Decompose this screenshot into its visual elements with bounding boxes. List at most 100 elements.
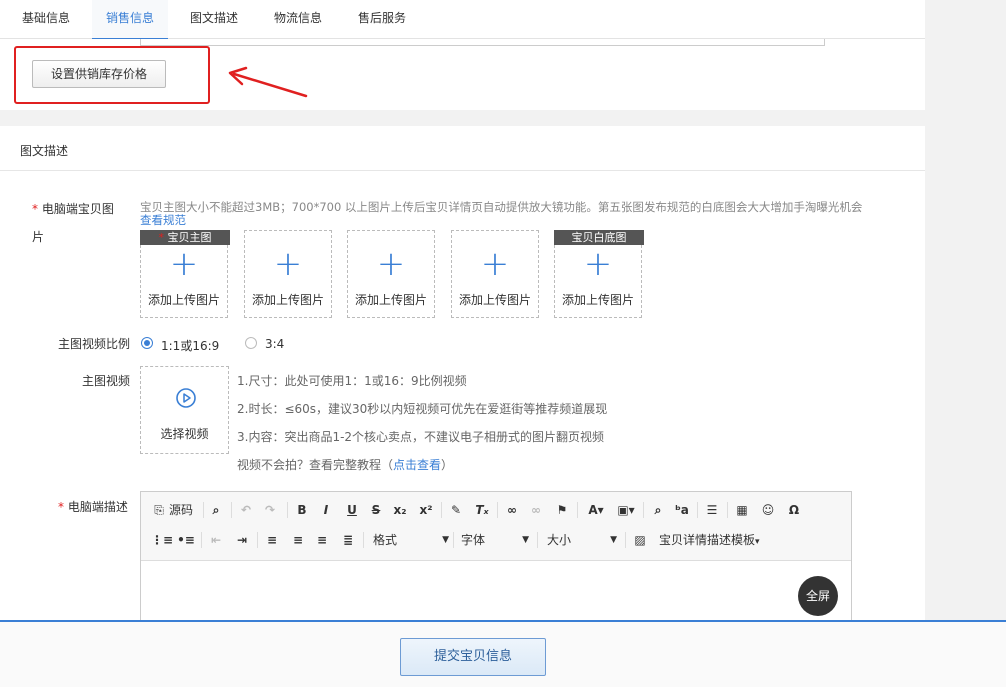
- format-select[interactable]: 格式 ▼: [373, 530, 449, 550]
- italic-icon[interactable]: I: [317, 500, 335, 520]
- upload-text: 添加上传图片: [561, 293, 634, 307]
- upload-caption: 宝贝白底图: [554, 230, 644, 245]
- annotation-arrow-icon: [228, 66, 308, 98]
- select-all-icon[interactable]: ☰: [703, 500, 721, 520]
- detail-template-label: 宝贝详情描述模板: [659, 533, 756, 547]
- upload-caption: * 宝贝主图: [140, 230, 230, 245]
- upload-slot-2[interactable]: + 添加上传图片: [244, 230, 332, 318]
- align-left-icon[interactable]: ≡: [263, 530, 281, 550]
- font-select[interactable]: 字体 ▼: [461, 530, 529, 550]
- tab-after-sales[interactable]: 售后服务: [346, 0, 418, 38]
- toolbar-separator: [203, 502, 204, 518]
- tab-image-description[interactable]: 图文描述: [178, 0, 250, 38]
- text-color-icon[interactable]: A▾: [585, 500, 607, 520]
- upload-slot-4[interactable]: + 添加上传图片: [451, 230, 539, 318]
- special-char-icon[interactable]: Ω: [785, 500, 803, 520]
- toolbar-separator: [537, 532, 538, 548]
- upload-text: 添加上传图片: [354, 293, 427, 307]
- source-button[interactable]: 源码: [169, 500, 193, 520]
- find-icon[interactable]: ⌕: [649, 500, 667, 520]
- dropdown-caret-icon: ▼: [522, 535, 529, 545]
- toolbar-separator: [625, 532, 626, 548]
- toolbar-separator: [441, 502, 442, 518]
- plus-icon: +: [583, 244, 613, 284]
- tab-logistics-info[interactable]: 物流信息: [262, 0, 334, 38]
- toolbar-separator: [453, 532, 454, 548]
- video-note-size: 1.尺寸：此处可使用1：1或16：9比例视频: [237, 374, 467, 388]
- spec-link[interactable]: 查看规范: [140, 212, 186, 228]
- image-description-panel: 图文描述 * 电脑端宝贝图 片 宝贝主图大小不能超过3MB；700*700 以上…: [0, 126, 925, 626]
- rich-text-editor[interactable]: ⎘ 源码 ⌕ ↶ ↷ B I U S x₂ x² ✎ Tₓ ∞ ∞ ⚑ A▾ ▣…: [140, 491, 852, 626]
- radio-ratio-3-4-label[interactable]: 3:4: [265, 337, 284, 351]
- preview-icon[interactable]: ⌕: [207, 500, 225, 520]
- video-note-duration: 2.时长：≤60s，建议30秒以内短视频可优先在爱逛街等推荐频道展现: [237, 402, 608, 416]
- divider: [0, 170, 925, 171]
- anchor-flag-icon[interactable]: ⚑: [553, 500, 571, 520]
- select-video-box[interactable]: 选择视频: [140, 366, 229, 454]
- tutorial-suffix: ）: [441, 458, 454, 472]
- detail-template-select[interactable]: 宝贝详情描述模板▾: [659, 530, 767, 550]
- format-select-label: 格式: [373, 533, 398, 547]
- outdent-icon[interactable]: ⇤: [207, 530, 225, 550]
- link-icon[interactable]: ∞: [503, 500, 521, 520]
- footer-bar: 提交宝贝信息: [0, 620, 1006, 687]
- plus-icon: +: [273, 244, 303, 284]
- toolbar-separator: [287, 502, 288, 518]
- superscript-icon[interactable]: x²: [417, 500, 435, 520]
- upload-text: 添加上传图片: [251, 293, 324, 307]
- indent-icon[interactable]: ⇥: [233, 530, 251, 550]
- bold-icon[interactable]: B: [293, 500, 311, 520]
- redo-icon[interactable]: ↷: [261, 500, 279, 520]
- plus-icon: +: [169, 244, 199, 284]
- upload-slot-3[interactable]: + 添加上传图片: [347, 230, 435, 318]
- radio-ratio-1-1[interactable]: [141, 337, 153, 349]
- align-right-icon[interactable]: ≡: [313, 530, 331, 550]
- subscript-icon[interactable]: x₂: [391, 500, 409, 520]
- ordered-list-icon[interactable]: ⋮≡: [151, 530, 173, 550]
- align-center-icon[interactable]: ≡: [289, 530, 307, 550]
- image-icon[interactable]: ▨: [631, 530, 649, 550]
- toolbar-separator: [363, 532, 364, 548]
- upload-text: 添加上传图片: [458, 293, 531, 307]
- video-label: 主图视频: [82, 374, 131, 388]
- table-icon[interactable]: ▦: [733, 500, 751, 520]
- upload-slot-main[interactable]: * 宝贝主图 + 添加上传图片: [140, 230, 230, 318]
- highlight-box: [14, 46, 210, 104]
- size-select[interactable]: 大小 ▼: [547, 530, 617, 550]
- background-color-icon[interactable]: ▣▾: [615, 500, 637, 520]
- format-painter-icon[interactable]: ✎: [447, 500, 465, 520]
- dropdown-caret-icon: ▼: [442, 535, 449, 545]
- caption-required-mark: *: [158, 231, 165, 244]
- fullscreen-button[interactable]: 全屏: [798, 576, 838, 616]
- undo-icon[interactable]: ↶: [237, 500, 255, 520]
- tab-bar: 基础信息 销售信息 图文描述 物流信息 售后服务: [0, 0, 925, 40]
- clear-format-icon[interactable]: Tₓ: [473, 500, 491, 520]
- main-image-label-text: 电脑端宝贝图: [41, 202, 114, 216]
- tab-basic-info[interactable]: 基础信息: [10, 0, 82, 38]
- section-title: 图文描述: [20, 144, 69, 158]
- bullet-list-icon[interactable]: •≡: [177, 530, 195, 550]
- select-video-text: 选择视频: [160, 427, 209, 441]
- radio-ratio-1-1-label[interactable]: 1:1或16:9: [161, 337, 219, 354]
- emoji-icon[interactable]: ☺: [759, 500, 777, 520]
- video-ratio-label: 主图视频比例: [58, 337, 131, 351]
- submit-item-button[interactable]: 提交宝贝信息: [400, 638, 546, 676]
- editor-toolbar: ⎘ 源码 ⌕ ↶ ↷ B I U S x₂ x² ✎ Tₓ ∞ ∞ ⚑ A▾ ▣…: [141, 492, 851, 561]
- radio-ratio-3-4[interactable]: [245, 337, 257, 349]
- plus-icon: +: [480, 244, 510, 284]
- unlink-icon[interactable]: ∞: [527, 500, 545, 520]
- textarea-edge: [140, 39, 825, 46]
- toolbar-separator: [201, 532, 202, 548]
- replace-icon[interactable]: ᵇa: [673, 500, 691, 520]
- strikethrough-icon[interactable]: S: [367, 500, 385, 520]
- tab-sales-info[interactable]: 销售信息: [92, 0, 168, 40]
- tutorial-link[interactable]: 点击查看: [393, 458, 441, 472]
- toolbar-separator: [497, 502, 498, 518]
- upload-text: 添加上传图片: [147, 293, 220, 307]
- upload-slot-white-bg[interactable]: 宝贝白底图 + 添加上传图片: [554, 230, 644, 318]
- desc-label: * 电脑端描述: [58, 498, 128, 515]
- toolbar-separator: [231, 502, 232, 518]
- align-justify-icon[interactable]: ≣: [339, 530, 357, 550]
- underline-icon[interactable]: U: [343, 500, 361, 520]
- toolbar-separator: [727, 502, 728, 518]
